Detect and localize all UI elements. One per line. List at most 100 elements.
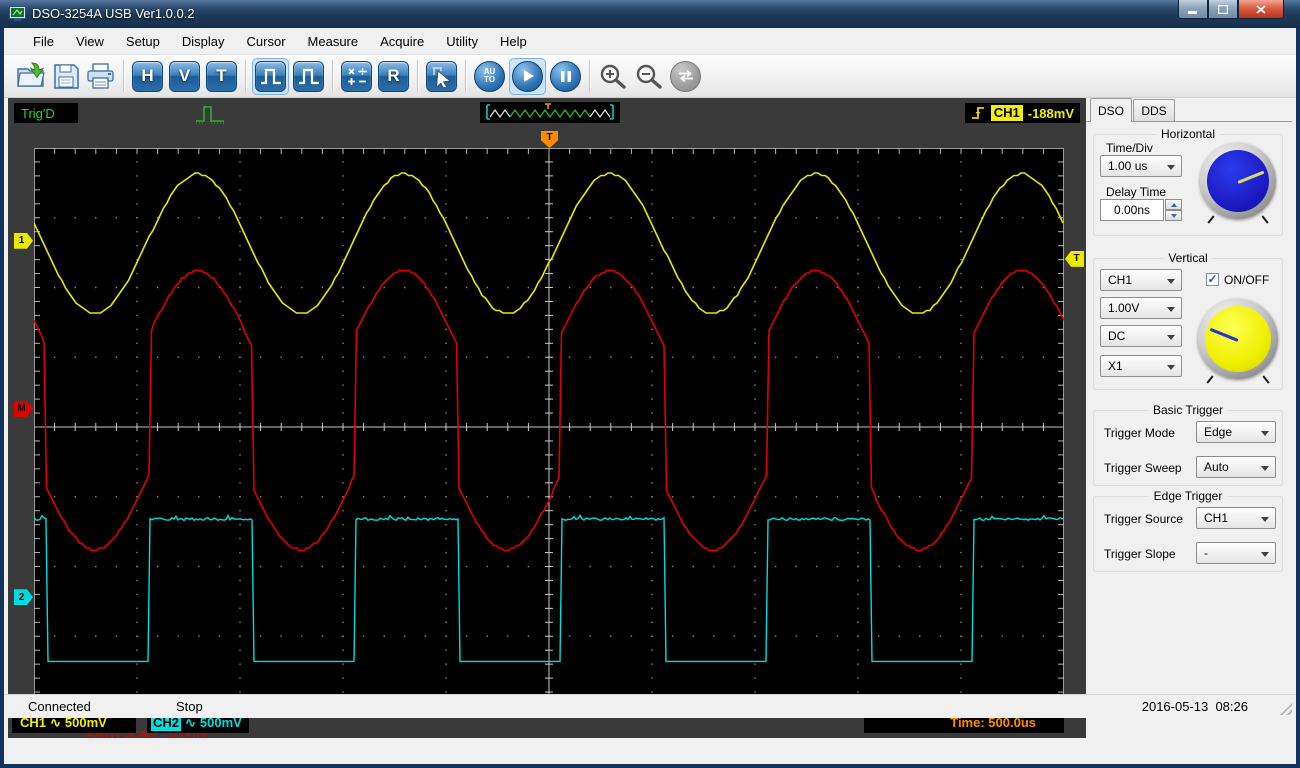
status-bar: Connected Stop 2016-05-13 08:26 (4, 694, 1296, 718)
maximize-button[interactable] (1208, 0, 1238, 19)
delay-time-label: Delay Time (1106, 185, 1166, 199)
title-bar: DSO-3254A USB Ver1.0.0.2 (0, 0, 1300, 28)
rising-edge-icon (971, 105, 986, 122)
probe-select[interactable]: X1 (1100, 355, 1182, 377)
measure-pointer-button[interactable] (426, 61, 457, 92)
print-button[interactable] (86, 63, 115, 90)
delay-time-input[interactable]: 0.00ns (1100, 199, 1164, 221)
vertical-group: Vertical CH1 1.00V DC X1 ✓ ON/OFF (1093, 258, 1283, 390)
menu-view[interactable]: View (65, 30, 115, 53)
horizontal-knob[interactable] (1200, 143, 1276, 219)
menu-acquire[interactable]: Acquire (369, 30, 435, 53)
menu-measure[interactable]: Measure (297, 30, 370, 53)
zoom-in-button[interactable] (598, 63, 628, 90)
pause-button[interactable] (550, 61, 581, 92)
trigger-mode-select[interactable]: Edge (1196, 421, 1276, 443)
volts-div-select[interactable]: 1.00V (1100, 297, 1182, 319)
vertical-setup-button[interactable]: V (169, 61, 200, 92)
toolbar-separator (589, 60, 590, 92)
menu-help[interactable]: Help (489, 30, 538, 53)
graticule-area[interactable]: MATH Scale: 500mV (34, 148, 1064, 706)
toolbar: H V T (4, 55, 1296, 98)
pause-icon (560, 70, 572, 83)
basic-trigger-group: Basic Trigger Trigger Mode Edge Trigger … (1093, 410, 1283, 486)
trigger-mode-value: Edge (1204, 425, 1232, 439)
vertical-channel-select[interactable]: CH1 (1100, 269, 1182, 291)
channel-onoff-checkbox[interactable]: ✓ (1206, 273, 1219, 286)
acquisition-preview-strip[interactable] (480, 102, 620, 123)
client-area: File View Setup Display Cursor Measure A… (4, 28, 1296, 764)
channel-1-position-marker[interactable]: 1 (14, 233, 33, 249)
toolbar-separator (332, 60, 333, 92)
trigger-source-label: Trigger Source (1104, 512, 1183, 526)
math-operations-icon (346, 65, 368, 87)
time-div-value: 1.00 us (1108, 159, 1147, 173)
time-div-select[interactable]: 1.00 us (1100, 155, 1182, 177)
reference-button[interactable]: R (378, 61, 409, 92)
pulse-trigger-selected-frame (252, 58, 289, 95)
math-button[interactable] (341, 61, 372, 92)
pointer-icon (431, 65, 453, 87)
edge-trigger-title: Edge Trigger (1149, 489, 1228, 503)
pulse-width-trigger-button[interactable] (293, 61, 324, 92)
trigger-sweep-select[interactable]: Auto (1196, 456, 1276, 478)
trigger-position-marker[interactable]: T (541, 131, 558, 148)
spin-down-button[interactable] (1165, 210, 1182, 221)
sync-button[interactable] (670, 61, 701, 92)
toolbar-separator (123, 60, 124, 92)
channel-2-position-marker[interactable]: 2 (14, 589, 33, 605)
menu-cursor[interactable]: Cursor (236, 30, 297, 53)
run-button[interactable] (512, 61, 543, 92)
menu-file[interactable]: File (22, 30, 65, 53)
app-icon (9, 6, 26, 21)
waveform-plot (34, 148, 1064, 706)
trigger-sweep-value: Auto (1204, 460, 1229, 474)
channel-m-position-marker[interactable]: M (14, 401, 33, 417)
tab-dds[interactable]: DDS (1133, 99, 1175, 121)
resize-grip[interactable] (1280, 703, 1292, 715)
zoom-out-button[interactable] (634, 63, 664, 90)
trigger-setup-button[interactable]: T (206, 61, 237, 92)
trigger-slope-value: - (1204, 546, 1208, 560)
pulse-trigger-button[interactable] (255, 61, 286, 92)
zoom-out-icon (634, 63, 664, 90)
coupling-select[interactable]: DC (1100, 325, 1182, 347)
trigger-status-readout: Trig'D (14, 103, 78, 123)
delay-time-spinner (1165, 199, 1182, 221)
save-button[interactable] (53, 63, 80, 90)
menu-utility[interactable]: Utility (435, 30, 489, 53)
basic-trigger-title: Basic Trigger (1148, 403, 1228, 417)
auto-label-line2: TO (484, 76, 495, 84)
horizontal-group: Horizontal Time/Div 1.00 us Delay Time 0… (1093, 134, 1283, 236)
close-button[interactable] (1238, 0, 1284, 19)
vertical-channel-value: CH1 (1108, 273, 1132, 287)
time-div-label: Time/Div (1106, 141, 1153, 155)
vertical-group-title: Vertical (1163, 251, 1212, 265)
vertical-knob[interactable] (1198, 299, 1278, 379)
trigger-level-readout: -188mV (1028, 106, 1074, 121)
delay-time-value: 0.00ns (1114, 203, 1150, 217)
edge-trigger-group: Edge Trigger Trigger Source CH1 Trigger … (1093, 496, 1283, 572)
control-panel: DSO DDS Horizontal Time/Div 1.00 us Dela… (1086, 98, 1292, 741)
minimize-button[interactable] (1178, 0, 1208, 19)
print-icon (86, 63, 115, 90)
horizontal-setup-button[interactable]: H (132, 61, 163, 92)
trigger-level-marker[interactable]: T (1065, 251, 1084, 267)
trigger-slope-select[interactable]: - (1196, 542, 1276, 564)
tab-dso[interactable]: DSO (1090, 98, 1132, 122)
horizontal-group-title: Horizontal (1156, 127, 1220, 141)
preview-trigger-position-icon (545, 104, 551, 109)
open-button[interactable] (15, 62, 47, 90)
menu-display[interactable]: Display (171, 30, 236, 53)
window-title: DSO-3254A USB Ver1.0.0.2 (32, 6, 195, 21)
menu-setup[interactable]: Setup (115, 30, 171, 53)
datetime-readout: 2016-05-13 08:26 (1142, 699, 1248, 714)
trigger-mode-label: Trigger Mode (1104, 426, 1175, 440)
probe-value: X1 (1108, 359, 1123, 373)
toolbar-separator (245, 60, 246, 92)
trigger-source-select[interactable]: CH1 (1196, 507, 1276, 529)
acquisition-status: Stop (176, 699, 203, 714)
spin-up-button[interactable] (1165, 199, 1182, 210)
auto-setup-button[interactable]: AU TO (474, 61, 505, 92)
run-selected-frame (509, 58, 546, 95)
